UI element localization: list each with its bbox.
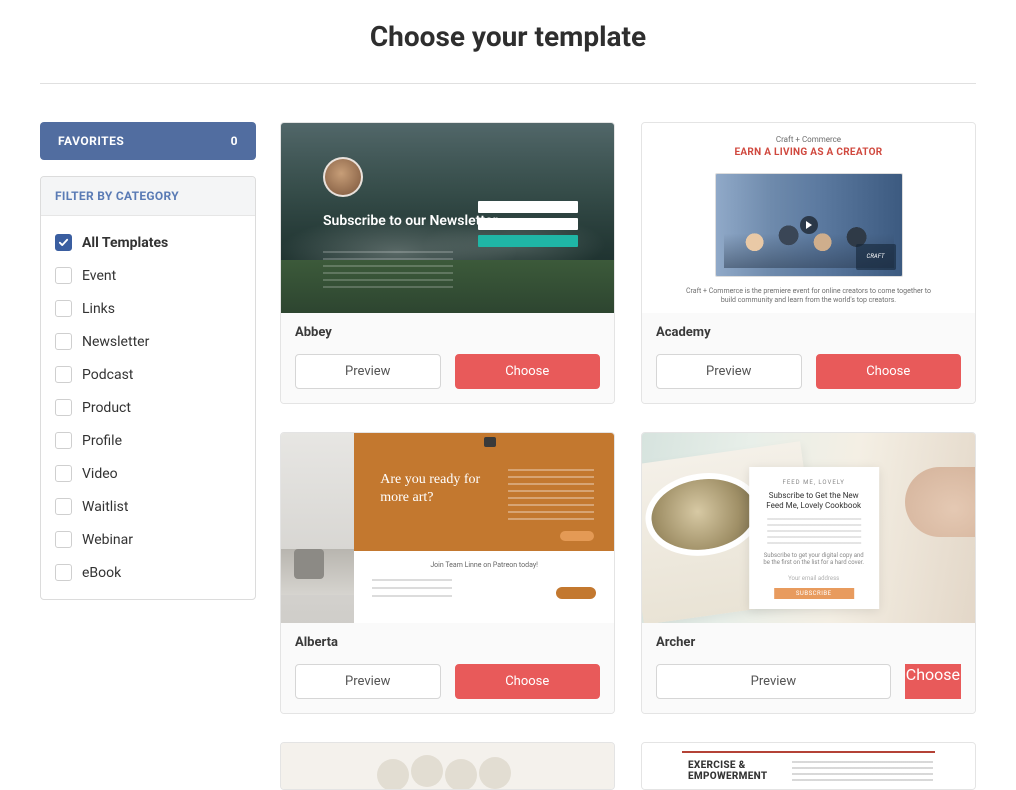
filter-podcast[interactable]: Podcast — [55, 362, 241, 387]
filter-label: Links — [82, 301, 115, 317]
template-card-partial-right: EXERCISE & EMPOWERMENT — [641, 742, 976, 790]
thumb-subtitle: Join Team Linne on Patreon today! — [372, 561, 596, 569]
thumb-brand: FEED ME, LOVELY — [761, 479, 867, 486]
filter-label: eBook — [82, 565, 121, 581]
choose-button[interactable]: Choose — [455, 664, 601, 699]
filter-label: Waitlist — [82, 499, 128, 515]
template-thumbnail[interactable]: Subscribe to our Newsletter — [281, 123, 614, 313]
choose-button[interactable]: Choose — [905, 664, 961, 699]
checkbox-icon — [55, 465, 72, 482]
filter-webinar[interactable]: Webinar — [55, 527, 241, 552]
filter-list: All Templates Event Links Newsletter — [41, 216, 255, 599]
preview-button[interactable]: Preview — [295, 664, 441, 699]
template-card-alberta: Are you ready for more art? Join Team Li… — [280, 432, 615, 714]
checkbox-icon — [55, 432, 72, 449]
template-thumbnail[interactable]: Are you ready for more art? Join Team Li… — [281, 433, 614, 623]
thumb-headline: EXERCISE & EMPOWERMENT — [688, 761, 767, 782]
filter-label: Podcast — [82, 367, 133, 383]
filter-product[interactable]: Product — [55, 395, 241, 420]
filter-label: Product — [82, 400, 131, 416]
thumb-headline: Are you ready for more art? — [380, 471, 490, 506]
play-icon — [800, 216, 818, 234]
preview-button[interactable]: Preview — [295, 354, 441, 389]
sidebar: FAVORITES 0 FILTER BY CATEGORY All Templ… — [40, 122, 256, 600]
filter-label: Newsletter — [82, 334, 149, 350]
template-name: Archer — [656, 635, 961, 650]
filter-label: All Templates — [82, 235, 168, 251]
checkbox-icon — [55, 399, 72, 416]
template-thumbnail[interactable] — [281, 743, 614, 789]
checkbox-icon — [55, 300, 72, 317]
choose-button[interactable]: Choose — [455, 354, 601, 389]
video-badge: CRAFT — [856, 244, 896, 270]
page-title: Choose your template — [40, 0, 976, 83]
template-card-academy: Craft + Commerce EARN A LIVING AS A CREA… — [641, 122, 976, 404]
avatar-icon — [323, 157, 363, 197]
filter-waitlist[interactable]: Waitlist — [55, 494, 241, 519]
filter-header: FILTER BY CATEGORY — [41, 177, 255, 216]
thumb-title: EARN A LIVING AS A CREATOR — [642, 147, 975, 158]
template-name: Academy — [656, 325, 961, 340]
favorites-tab[interactable]: FAVORITES 0 — [40, 122, 256, 160]
thumb-cta: SUBSCRIBE — [774, 588, 854, 599]
filter-profile[interactable]: Profile — [55, 428, 241, 453]
template-thumbnail[interactable]: Craft + Commerce EARN A LIVING AS A CREA… — [642, 123, 975, 313]
checkbox-icon — [55, 234, 72, 251]
template-name: Abbey — [295, 325, 600, 340]
favorites-label: FAVORITES — [58, 134, 124, 148]
checkbox-icon — [55, 531, 72, 548]
thumb-kicker: Craft + Commerce — [642, 135, 975, 144]
preview-button[interactable]: Preview — [656, 354, 802, 389]
thumb-email-label: Your email address — [761, 575, 867, 582]
filter-label: Profile — [82, 433, 122, 449]
checkbox-icon — [55, 333, 72, 350]
thumb-caption: Craft + Commerce is the premiere event f… — [682, 287, 935, 305]
checkbox-icon — [55, 366, 72, 383]
template-card-partial-left — [280, 742, 615, 790]
preview-button[interactable]: Preview — [656, 664, 891, 699]
template-name: Alberta — [295, 635, 600, 650]
play-icon — [484, 437, 496, 447]
filter-newsletter[interactable]: Newsletter — [55, 329, 241, 354]
filter-label: Video — [82, 466, 118, 482]
template-thumbnail[interactable]: FEED ME, LOVELY Subscribe to Get the New… — [642, 433, 975, 623]
choose-button[interactable]: Choose — [816, 354, 962, 389]
filter-panel: FILTER BY CATEGORY All Templates Event — [40, 176, 256, 600]
filter-event[interactable]: Event — [55, 263, 241, 288]
filter-links[interactable]: Links — [55, 296, 241, 321]
thumb-headline: Subscribe to our Newsletter — [323, 213, 498, 231]
checkbox-icon — [55, 267, 72, 284]
thumb-headline: Subscribe to Get the New Feed Me, Lovely… — [761, 491, 867, 510]
filter-all-templates[interactable]: All Templates — [55, 230, 241, 255]
template-card-abbey: Subscribe to our Newsletter Abbey Previe… — [280, 122, 615, 404]
filter-label: Webinar — [82, 532, 133, 548]
template-card-archer: FEED ME, LOVELY Subscribe to Get the New… — [641, 432, 976, 714]
checkbox-icon — [55, 498, 72, 515]
thumb-subtext: Subscribe to get your digital copy and b… — [761, 552, 867, 566]
filter-ebook[interactable]: eBook — [55, 560, 241, 585]
divider — [40, 83, 976, 84]
filter-video[interactable]: Video — [55, 461, 241, 486]
checkbox-icon — [55, 564, 72, 581]
template-thumbnail[interactable]: EXERCISE & EMPOWERMENT — [642, 743, 975, 789]
template-grid: Subscribe to our Newsletter Abbey Previe… — [280, 122, 976, 790]
favorites-count: 0 — [231, 134, 238, 148]
filter-label: Event — [82, 268, 116, 284]
